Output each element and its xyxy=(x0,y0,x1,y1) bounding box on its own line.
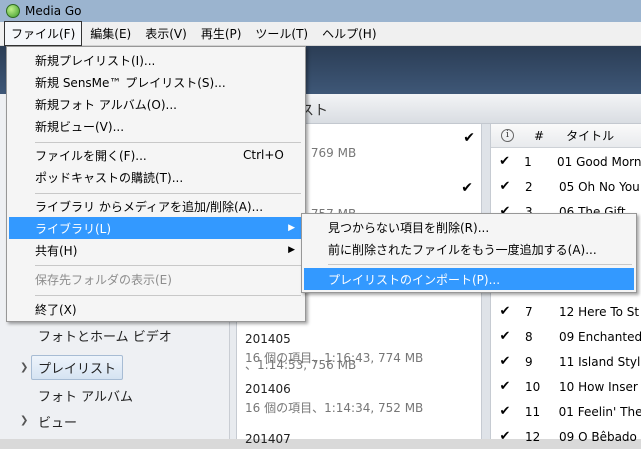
menu-item-new-playlist[interactable]: 新規プレイリスト(I)... xyxy=(9,49,303,71)
menu-item-open-file[interactable]: ファイルを開く(F)... Ctrl+O xyxy=(9,144,303,166)
track-number: 11 xyxy=(524,404,541,419)
track-number: 10 xyxy=(525,379,541,394)
table-row[interactable]: ✔ 10 10 How Inser xyxy=(491,374,641,399)
sidebar-item-playlist[interactable]: プレイリスト xyxy=(31,355,124,380)
title-bar: Media Go xyxy=(0,0,641,22)
check-icon[interactable]: ✔ xyxy=(491,154,518,169)
list-item[interactable]: 、1:14:53, 756 MB xyxy=(245,356,475,373)
menu-item-new-view[interactable]: 新規ビュー(V)... xyxy=(9,115,303,137)
playlist-name: 201405 xyxy=(245,332,291,346)
info-icon[interactable]: i xyxy=(501,129,514,142)
menu-tools[interactable]: ツール(T) xyxy=(249,22,314,45)
track-title: 10 How Inser xyxy=(559,379,638,394)
table-row[interactable]: ✔ 1 01 Good Morni xyxy=(491,149,641,174)
column-header-title[interactable]: タイトル xyxy=(566,127,614,144)
menu-item-exit[interactable]: 終了(X) xyxy=(9,298,303,320)
track-title: 01 Good Morni xyxy=(556,154,641,169)
check-icon[interactable]: ✔ xyxy=(491,179,519,194)
track-list-header: i # タイトル xyxy=(491,124,641,148)
expand-arrow-icon[interactable]: ❯ xyxy=(20,362,28,373)
table-row[interactable]: ✔ 12 09 O Bêbado xyxy=(491,424,641,449)
menu-item-label: 共有(H) xyxy=(35,243,78,258)
playlist-detail: 16 個の項目、1:14:34, 752 MB xyxy=(245,401,424,415)
library-submenu: 見つからない項目を削除(R)... 前に削除されたファイルをもう一度追加する(A… xyxy=(301,213,637,293)
menu-item-readd-deleted[interactable]: 前に削除されたファイルをもう一度追加する(A)... xyxy=(304,238,634,260)
sidebar-item-view[interactable]: ビュー xyxy=(38,412,77,431)
menu-item-shortcut: Ctrl+O xyxy=(243,148,284,162)
menu-item-remove-missing[interactable]: 見つからない項目を削除(R)... xyxy=(304,216,634,238)
list-item[interactable]: 201407 xyxy=(245,432,475,446)
menu-item-new-sensme-playlist[interactable]: 新規 SensMe™ プレイリスト(S)... xyxy=(9,71,303,93)
track-number: 8 xyxy=(524,329,533,344)
menu-item-add-remove-media[interactable]: ライブラリ からメディアを追加/削除(A)... xyxy=(9,195,303,217)
track-title: 11 Island Styl xyxy=(559,354,641,369)
menu-separator xyxy=(35,193,301,194)
menu-item-share[interactable]: 共有(H) ▶ xyxy=(9,239,303,261)
playlist-detail: 、1:14:53, 756 MB xyxy=(245,358,357,372)
track-number: 2 xyxy=(525,179,533,194)
menu-separator xyxy=(35,142,301,143)
submenu-arrow-icon: ▶ xyxy=(288,223,295,233)
menu-bar: ファイル(F) 編集(E) 表示(V) 再生(P) ツール(T) ヘルプ(H) xyxy=(0,21,641,46)
check-icon[interactable]: ✔ xyxy=(491,379,519,394)
column-header-number[interactable]: # xyxy=(534,129,544,143)
media-go-logo-icon xyxy=(6,4,20,18)
check-icon[interactable]: ✔ xyxy=(463,130,475,146)
file-menu-dropdown: 新規プレイリスト(I)... 新規 SensMe™ プレイリスト(S)... 新… xyxy=(6,46,306,322)
menu-file[interactable]: ファイル(F) xyxy=(4,21,83,46)
check-icon[interactable]: ✔ xyxy=(491,354,519,369)
track-number: 9 xyxy=(525,354,533,369)
track-number: 1 xyxy=(524,154,532,169)
table-row[interactable]: ✔ 7 12 Here To St xyxy=(491,299,641,324)
menu-separator xyxy=(35,295,301,296)
track-title: 09 Enchanted xyxy=(558,329,641,344)
menu-item-import-playlist[interactable]: プレイリストのインポート(P)... xyxy=(304,268,634,290)
playlist-name: 201407 xyxy=(245,432,291,446)
table-row[interactable]: ✔ 8 09 Enchanted xyxy=(491,324,641,349)
check-icon[interactable]: ✔ xyxy=(491,404,519,419)
menu-item-new-photo-album[interactable]: 新規フォト アルバム(O)... xyxy=(9,93,303,115)
menu-view[interactable]: 表示(V) xyxy=(139,22,193,45)
menu-help[interactable]: ヘルプ(H) xyxy=(316,22,382,45)
check-icon[interactable]: ✔ xyxy=(491,329,519,344)
sidebar-item-photo-album[interactable]: フォト アルバム xyxy=(38,386,133,405)
menu-item-label: ライブラリ(L) xyxy=(35,221,112,236)
track-title: 05 Oh No You xyxy=(559,179,640,194)
menu-item-label: ファイルを開く(F)... xyxy=(35,148,147,163)
sidebar-item-photo-home-video[interactable]: フォトとホーム ビデオ xyxy=(38,326,172,345)
menu-play[interactable]: 再生(P) xyxy=(195,22,248,45)
track-title: 09 O Bêbado xyxy=(559,429,637,444)
menu-edit[interactable]: 編集(E) xyxy=(84,22,137,45)
menu-separator xyxy=(35,265,301,266)
table-row[interactable]: ✔ 9 11 Island Styl xyxy=(491,349,641,374)
track-title: 12 Here To St xyxy=(559,304,640,319)
track-number: 7 xyxy=(525,304,533,319)
playlist-name: 201406 xyxy=(245,382,291,396)
table-row[interactable]: ✔ 11 01 Feelin' The xyxy=(491,399,641,424)
check-icon[interactable]: ✔ xyxy=(491,429,519,444)
expand-arrow-icon[interactable]: ❯ xyxy=(20,415,28,426)
menu-item-show-save-folder: 保存先フォルダの表示(E) xyxy=(35,272,172,287)
submenu-arrow-icon: ▶ xyxy=(288,245,295,255)
menu-separator xyxy=(328,264,632,265)
check-icon[interactable]: ✔ xyxy=(491,304,519,319)
menu-item-podcast-subscribe[interactable]: ポッドキャストの購読(T)... xyxy=(9,166,303,188)
track-title: 01 Feelin' The xyxy=(558,404,641,419)
menu-item-library[interactable]: ライブラリ(L) ▶ xyxy=(9,217,303,239)
table-row[interactable]: ✔ 2 05 Oh No You xyxy=(491,174,641,199)
list-item[interactable]: 201406 16 個の項目、1:14:34, 752 MB xyxy=(245,382,475,416)
check-icon[interactable]: ✔ xyxy=(461,180,473,196)
window-title: Media Go xyxy=(25,4,82,18)
track-number: 12 xyxy=(525,429,541,444)
